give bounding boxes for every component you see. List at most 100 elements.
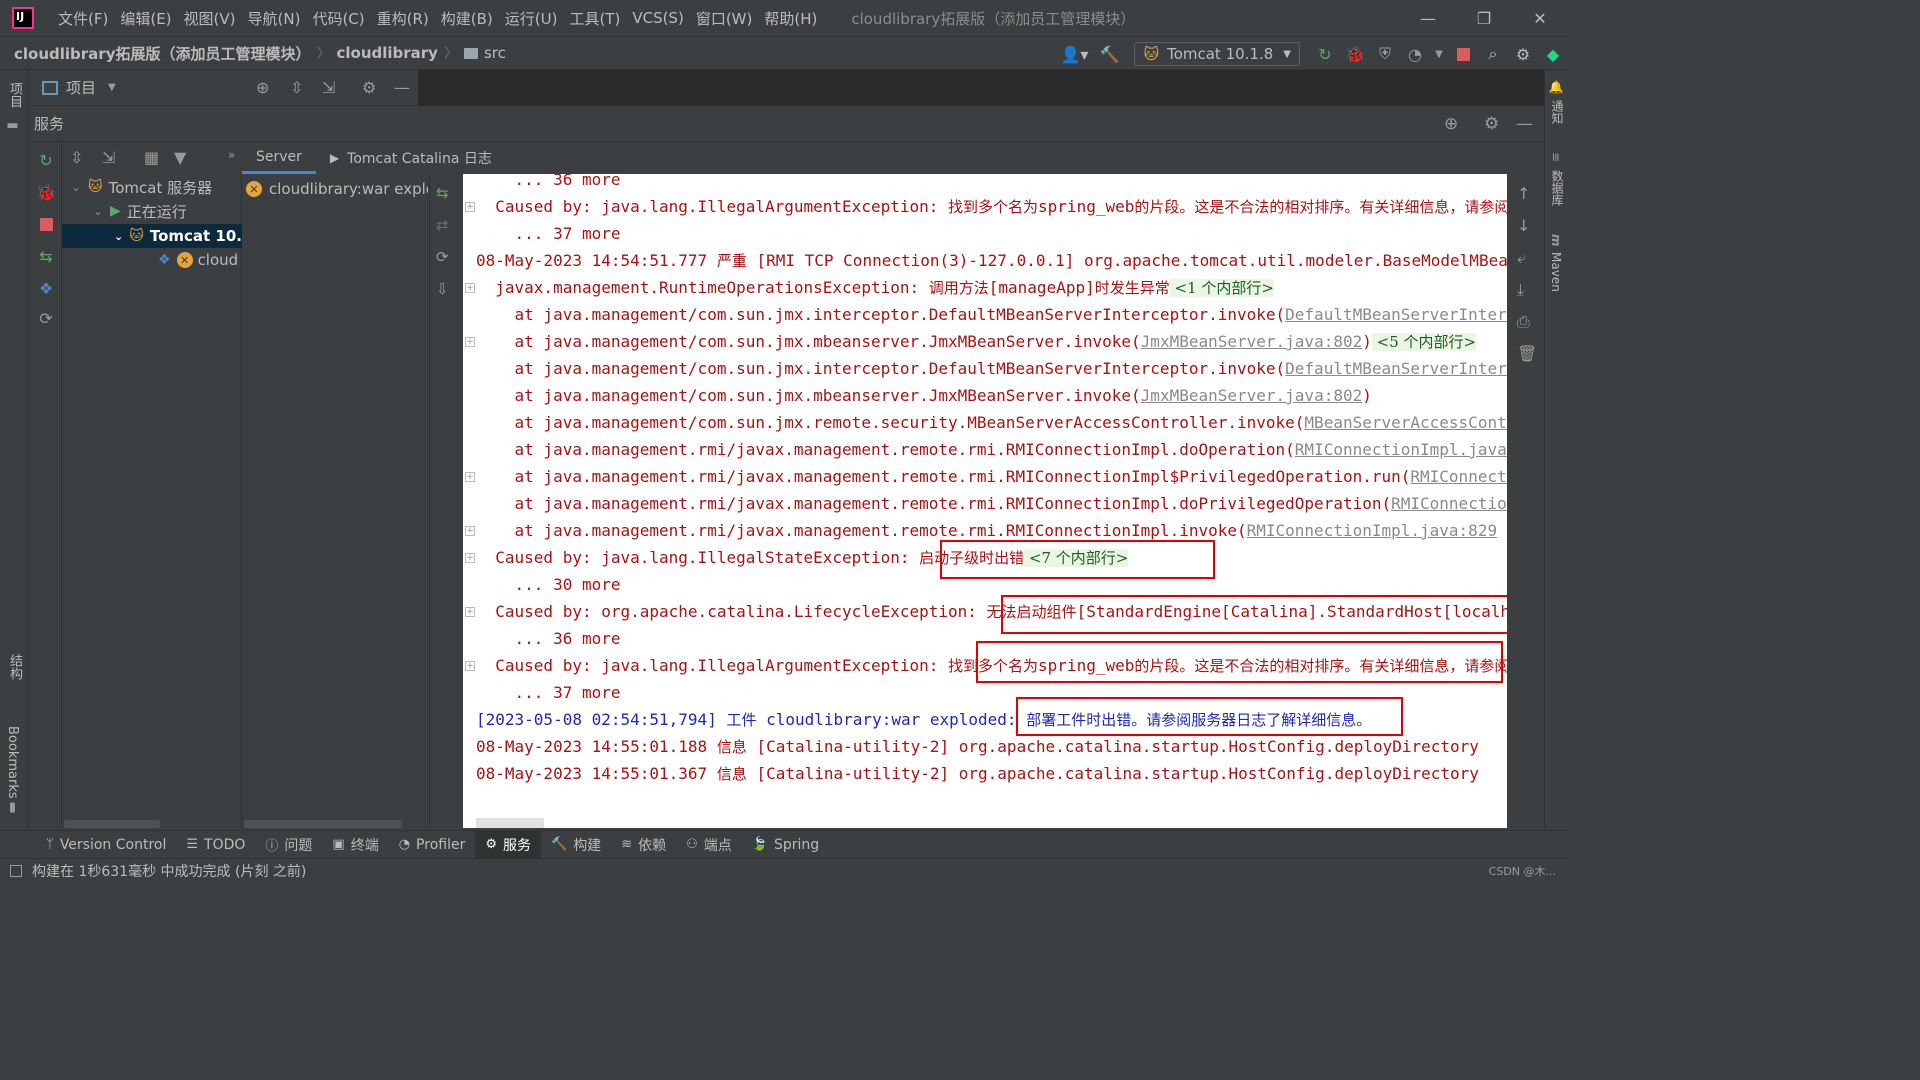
chevron-down-icon[interactable]: ▼	[108, 82, 116, 93]
profile-clock-icon[interactable]: ◔	[1400, 39, 1430, 69]
settings-gear-icon[interactable]: ⚙	[362, 78, 376, 97]
deployment-item[interactable]: ✕ cloudlibrary:war exploded	[246, 177, 428, 201]
tab-todo[interactable]: ☰ TODO	[176, 831, 255, 859]
artifact-icon[interactable]: ❖	[36, 278, 56, 298]
tree-node-running[interactable]: ⌄ ▶ 正在运行	[62, 199, 242, 223]
expand-all-icon[interactable]: ⇳	[290, 78, 303, 97]
breadcrumb-module[interactable]: cloudlibrary	[336, 44, 437, 62]
menu-code[interactable]: 代码(C)	[306, 8, 370, 29]
fold-expand-icon[interactable]: +	[465, 553, 475, 563]
tab-problems[interactable]: ⓘ 问题	[255, 831, 322, 859]
tab-endpoints[interactable]: ⚇ 端点	[676, 831, 742, 859]
rerun-icon[interactable]: ↻	[1310, 39, 1340, 69]
fold-expand-icon[interactable]: +	[465, 526, 475, 536]
tree-horizontal-scrollbar[interactable]	[64, 820, 160, 828]
more-run-options-icon[interactable]: ▼	[1430, 39, 1448, 69]
source-link[interactable]: JmxMBeanServer.java:802	[1141, 386, 1363, 405]
group-by-icon[interactable]: ▦	[144, 148, 159, 167]
menu-file[interactable]: 文件(F)	[52, 8, 114, 29]
search-icon[interactable]: ⌕	[1478, 39, 1508, 69]
tab-services[interactable]: ⚙ 服务	[475, 830, 541, 859]
menu-build[interactable]: 构建(B)	[435, 8, 499, 29]
soft-wrap-icon[interactable]: ⤶	[1517, 248, 1526, 268]
menu-refactor[interactable]: 重构(R)	[371, 8, 435, 29]
tree-node-artifact[interactable]: ❖ ✕ cloud	[62, 248, 242, 272]
bookmarks-tool-button[interactable]: Bookmarks	[5, 726, 20, 799]
fold-expand-icon[interactable]: +	[465, 202, 475, 212]
clear-trash-icon[interactable]: 🗑	[1517, 344, 1537, 363]
menu-view[interactable]: 视图(V)	[178, 8, 242, 29]
menu-tools[interactable]: 工具(T)	[563, 8, 626, 29]
select-opened-file-icon[interactable]: ⊕	[256, 78, 269, 97]
tab-terminal[interactable]: ▣ 终端	[322, 831, 388, 859]
tab-server[interactable]: Server	[242, 142, 316, 174]
collapse-all-icon[interactable]: ⇲	[322, 78, 335, 97]
source-link[interactable]: RMIConnectionImpl.java:1332	[1391, 494, 1507, 513]
build-hammer-icon[interactable]: 🔨	[1094, 39, 1124, 69]
menu-edit[interactable]: 编辑(E)	[114, 8, 177, 29]
fold-expand-icon[interactable]: +	[465, 283, 475, 293]
refresh-icon[interactable]: ⟳	[436, 248, 449, 266]
tab-version-control[interactable]: ᛘ Version Control	[36, 831, 176, 859]
run-configuration-select[interactable]: 🐱 Tomcat 10.1.8 ▼	[1134, 42, 1300, 66]
maven-tool-button[interactable]: Maven	[1549, 252, 1563, 292]
crosshair-icon[interactable]: ⊕	[1444, 114, 1458, 134]
notifications-tool-button[interactable]: 通知	[1549, 100, 1566, 124]
settings-gear-icon[interactable]: ⚙	[1508, 39, 1538, 69]
tree-node-tomcat-instance[interactable]: ⌄ 🐱 Tomcat 10.	[62, 224, 242, 248]
close-button[interactable]: ✕	[1512, 0, 1568, 36]
more-actions-icon[interactable]: »	[228, 148, 235, 162]
undeploy-icon[interactable]: ⇄	[436, 216, 449, 234]
restore-button[interactable]: ❐	[1456, 0, 1512, 36]
download-icon[interactable]: ⇩	[436, 280, 449, 298]
expand-all-icon[interactable]: ⇳	[70, 148, 83, 167]
fold-expand-icon[interactable]: +	[465, 607, 475, 617]
print-icon[interactable]: ⎙	[1517, 312, 1530, 332]
hide-panel-icon[interactable]: —	[1516, 114, 1533, 134]
user-account-icon[interactable]: 👤▾	[1054, 39, 1094, 69]
deployment-horizontal-scrollbar[interactable]	[244, 820, 402, 828]
menu-navigate[interactable]: 导航(N)	[242, 8, 307, 29]
menu-window[interactable]: 窗口(W)	[690, 8, 759, 29]
tree-node-tomcat-server[interactable]: ⌄ 🐱 Tomcat 服务器	[62, 175, 242, 199]
status-window-icon[interactable]	[10, 864, 22, 877]
deploy-icon[interactable]: ⇆	[436, 184, 449, 202]
source-link[interactable]: RMIConnectionImpl.java:1415	[1410, 467, 1507, 486]
menu-help[interactable]: 帮助(H)	[758, 8, 823, 29]
settings-gear-icon[interactable]: ⚙	[1484, 114, 1499, 134]
menu-run[interactable]: 运行(U)	[499, 8, 564, 29]
project-panel-title[interactable]: 项目	[66, 77, 96, 98]
fold-expand-icon[interactable]: +	[465, 337, 475, 347]
debug-bug-icon[interactable]: 🐞	[36, 182, 56, 202]
scroll-to-end-icon[interactable]: ⤓	[1517, 280, 1524, 300]
source-link[interactable]: JmxMBeanServer.java:802	[1141, 332, 1363, 351]
jetbrains-toolbox-icon[interactable]: ◆	[1538, 39, 1568, 69]
refresh-icon[interactable]: ⟳	[36, 308, 56, 328]
structure-tool-button[interactable]: 结构	[5, 654, 24, 680]
database-tool-button[interactable]: 数据库	[1549, 170, 1566, 206]
tab-build[interactable]: 🔨 构建	[541, 831, 611, 859]
fold-expand-icon[interactable]: +	[465, 661, 475, 671]
scroll-down-icon[interactable]: ↓	[1517, 216, 1530, 235]
console-output[interactable]: ... 36 more Caused by: java.lang.Illegal…	[463, 174, 1507, 828]
console-horizontal-scrollbar[interactable]	[476, 818, 544, 828]
collapse-all-icon[interactable]: ⇲	[102, 148, 115, 167]
debug-bug-icon[interactable]: 🐞	[1340, 39, 1370, 69]
tab-dependencies[interactable]: ≋ 依赖	[611, 831, 676, 859]
coverage-shield-icon[interactable]: ⛨	[1370, 39, 1400, 69]
minimize-button[interactable]: —	[1400, 0, 1456, 36]
hide-panel-icon[interactable]: —	[394, 78, 410, 97]
project-tool-button[interactable]: 项目	[5, 82, 24, 108]
source-link[interactable]: MBeanServerAccessController.java:468	[1304, 413, 1507, 432]
source-link[interactable]: RMIConnectionImpl.java:1468	[1295, 440, 1507, 459]
fold-expand-icon[interactable]: +	[465, 472, 475, 482]
source-link[interactable]: DefaultMBeanServerInterceptor.java:809	[1285, 305, 1507, 324]
breadcrumb-project[interactable]: cloudlibrary拓展版（添加员工管理模块）	[14, 43, 310, 64]
scroll-up-icon[interactable]: ↑	[1517, 184, 1530, 203]
tab-profiler[interactable]: ◔ Profiler	[389, 831, 476, 859]
breadcrumb-src[interactable]: src	[484, 44, 506, 62]
tab-spring[interactable]: 🍃 Spring	[742, 831, 829, 859]
stop-icon[interactable]	[1448, 39, 1478, 69]
deploy-icon[interactable]: ⇆	[36, 246, 56, 266]
tab-catalina-log[interactable]: ▶ Tomcat Catalina 日志	[316, 142, 506, 174]
